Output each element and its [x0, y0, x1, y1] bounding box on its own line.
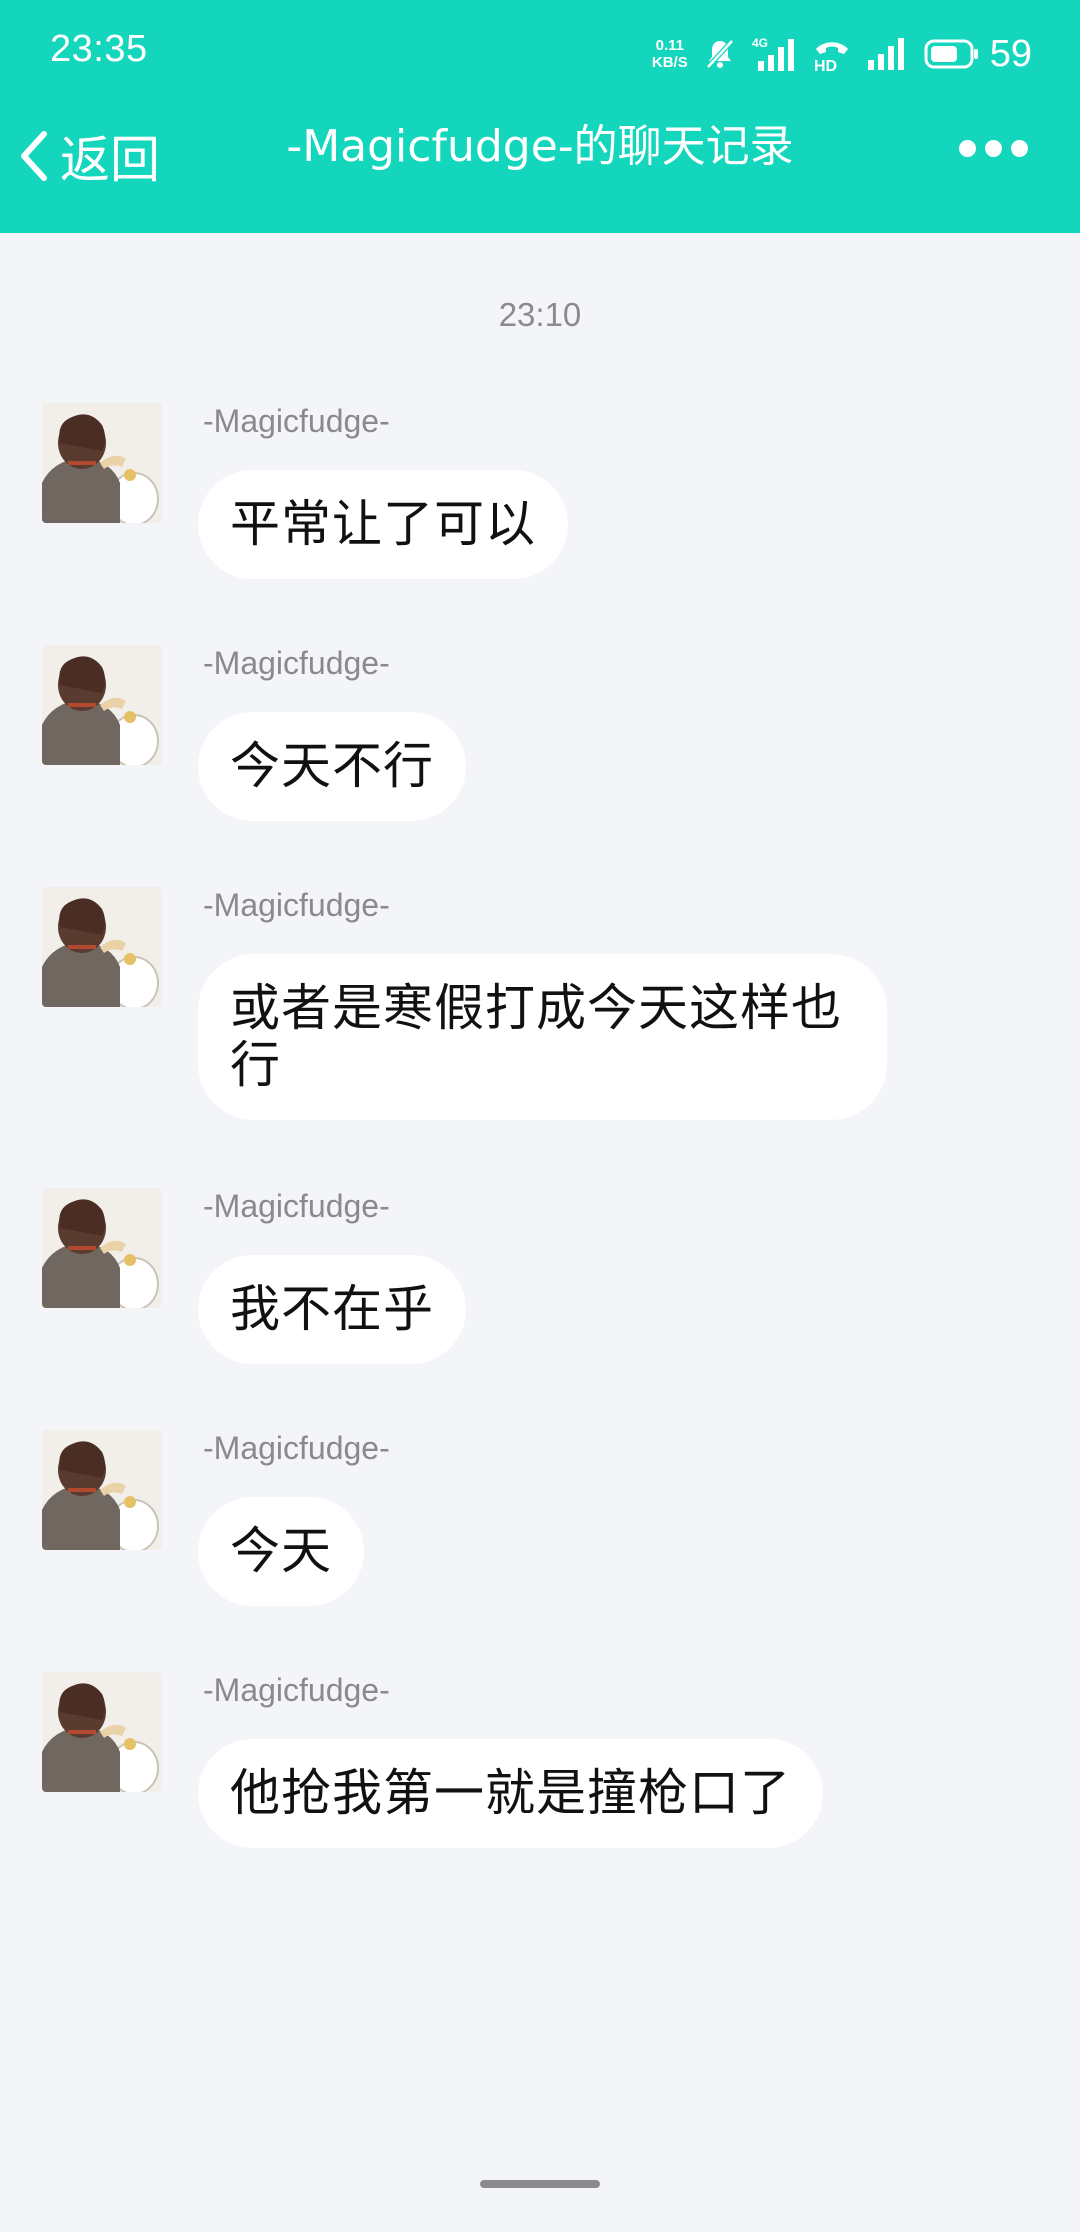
- avatar[interactable]: [42, 403, 162, 523]
- sender-name: -Magicfudge-: [203, 887, 390, 923]
- page-title: -Magicfudge-的聊天记录: [286, 121, 794, 172]
- message-bubble[interactable]: 我不在乎: [198, 1255, 466, 1364]
- message-bubble[interactable]: 或者是寒假打成今天这样也行: [198, 954, 887, 1120]
- home-indicator[interactable]: [480, 2180, 600, 2188]
- sender-name: -Magicfudge-: [203, 1188, 390, 1224]
- signal-bars-icon: [866, 36, 910, 72]
- more-dot: [985, 140, 1002, 157]
- more-dot: [959, 140, 976, 157]
- battery-level: 59: [989, 32, 1032, 75]
- message-bubble[interactable]: 今天不行: [198, 712, 466, 821]
- more-options-button[interactable]: [959, 140, 1028, 157]
- avatar[interactable]: [42, 645, 162, 765]
- message-bubble[interactable]: 今天: [198, 1497, 364, 1606]
- message-bubble[interactable]: 他抢我第一就是撞枪口了: [198, 1739, 823, 1848]
- avatar[interactable]: [42, 1672, 162, 1792]
- sender-name: -Magicfudge-: [203, 1672, 390, 1708]
- status-time: 23:35: [50, 28, 148, 70]
- net-speed-unit: KB/S: [651, 54, 688, 71]
- sender-name: -Magicfudge-: [203, 645, 390, 681]
- chat-timestamp: 23:10: [498, 296, 582, 333]
- battery-icon: [924, 38, 980, 70]
- more-dot: [1011, 140, 1028, 157]
- bell-muted-icon: [702, 36, 738, 72]
- app-header: 23:35 0.11 KB/S 4G HD 59 返回 -Magicfudge-…: [0, 0, 1080, 233]
- avatar[interactable]: [42, 887, 162, 1007]
- network-type-text: 4G: [752, 36, 768, 50]
- sender-name: -Magicfudge-: [203, 1430, 390, 1466]
- hd-call-icon: HD: [812, 35, 852, 73]
- status-icons: 0.11 KB/S 4G HD 59: [652, 28, 1032, 80]
- avatar[interactable]: [42, 1430, 162, 1550]
- net-speed: 0.11 KB/S: [652, 37, 688, 71]
- hd-label: HD: [814, 58, 837, 73]
- sender-name: -Magicfudge-: [203, 403, 390, 439]
- signal-4g-icon: 4G: [752, 35, 798, 73]
- avatar[interactable]: [42, 1188, 162, 1308]
- message-bubble[interactable]: 平常让了可以: [198, 470, 568, 579]
- net-speed-value: 0.11: [655, 37, 684, 54]
